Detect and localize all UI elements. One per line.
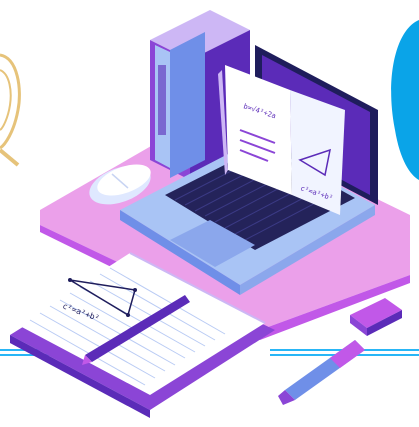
eraser-icon [350,298,402,336]
cyan-blob [391,20,419,180]
magnifier-icon [0,53,21,167]
study-illustration: b=√4²+2a c²=a²+b² c²=a²+b² [0,10,419,418]
